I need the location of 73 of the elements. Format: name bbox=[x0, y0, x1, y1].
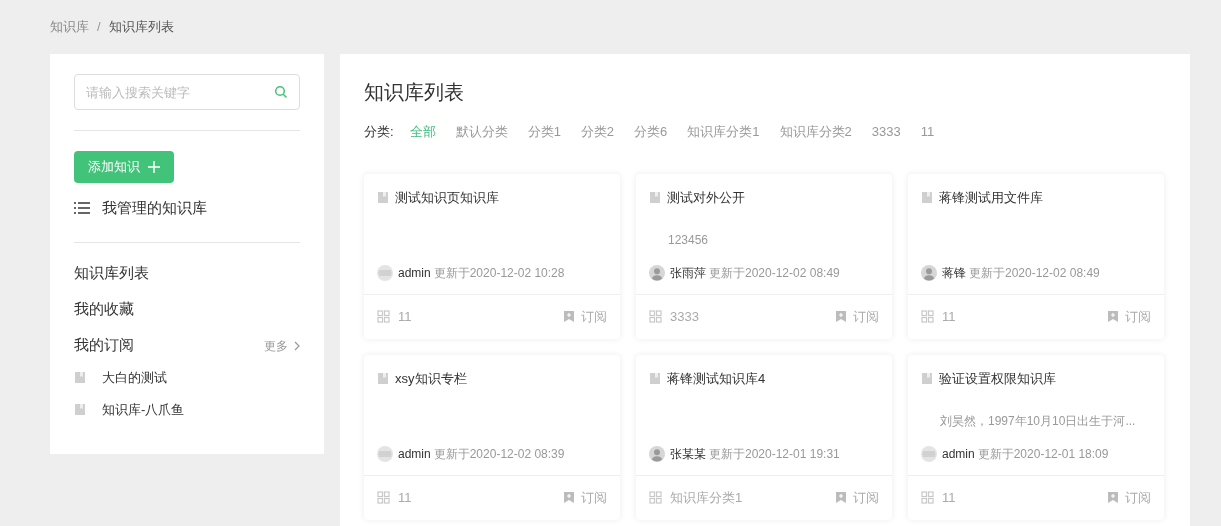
knowledge-card[interactable]: 验证设置权限知识库 刘昊然，1997年10月10日出生于河... admin 更新于2020-12-01 18:09 11 订阅 bbox=[908, 354, 1164, 520]
nav-item[interactable]: 知识库列表 bbox=[74, 262, 149, 285]
book-icon bbox=[649, 371, 661, 385]
avatar-icon bbox=[649, 264, 665, 281]
list-icon bbox=[74, 202, 90, 215]
book-icon bbox=[74, 403, 86, 416]
author-name: 张雨萍 bbox=[670, 264, 706, 282]
updated-time: 更新于2020-12-02 08:49 bbox=[709, 264, 840, 282]
knowledge-card[interactable]: xsy知识专栏 admin 更新于2020-12-02 08:39 11 订阅 bbox=[364, 354, 620, 520]
card-title[interactable]: 蒋锋测试用文件库 bbox=[939, 187, 1043, 207]
knowledge-card[interactable]: 测试知识页知识库 admin 更新于2020-12-02 10:28 11 订阅 bbox=[364, 173, 620, 339]
avatar-icon bbox=[649, 445, 665, 462]
nav-item[interactable]: 我的收藏 bbox=[74, 298, 134, 321]
grid-icon bbox=[377, 491, 390, 504]
book-icon bbox=[377, 190, 389, 204]
author-name: admin bbox=[398, 264, 431, 282]
breadcrumb-item: 知识库列表 bbox=[108, 18, 174, 37]
subscription-item[interactable]: 知识库-八爪鱼 bbox=[102, 399, 185, 420]
chevron-right-icon bbox=[294, 340, 300, 351]
bookmark-plus-icon bbox=[835, 491, 847, 504]
card-title[interactable]: 蒋锋测试知识库4 bbox=[667, 368, 766, 388]
author-name: admin bbox=[398, 445, 431, 463]
book-icon bbox=[74, 371, 86, 384]
grid-icon bbox=[921, 310, 934, 323]
card-category: 3333 bbox=[670, 307, 699, 326]
plus-icon bbox=[148, 161, 160, 173]
card-title[interactable]: xsy知识专栏 bbox=[395, 368, 467, 388]
search-icon[interactable] bbox=[274, 85, 288, 99]
updated-time: 更新于2020-12-01 19:31 bbox=[709, 445, 840, 463]
book-icon bbox=[921, 371, 933, 385]
bookmark-plus-icon bbox=[1107, 491, 1119, 504]
author-name: admin bbox=[942, 445, 975, 463]
card-title[interactable]: 验证设置权限知识库 bbox=[939, 368, 1056, 388]
updated-time: 更新于2020-12-02 08:49 bbox=[969, 264, 1100, 282]
card-title[interactable]: 测试知识页知识库 bbox=[395, 187, 499, 207]
book-icon bbox=[377, 371, 389, 385]
updated-time: 更新于2020-12-02 08:39 bbox=[433, 445, 565, 463]
card-category: 11 bbox=[398, 488, 412, 507]
card-title[interactable]: 测试对外公开 bbox=[667, 187, 745, 207]
search-field[interactable]: 请输入搜索关键字 bbox=[74, 74, 300, 110]
breadcrumb-separator: / bbox=[97, 18, 101, 37]
card-category: 11 bbox=[398, 307, 412, 326]
bookmark-plus-icon bbox=[835, 310, 847, 323]
avatar-icon bbox=[377, 445, 393, 462]
card-description: 123456 bbox=[668, 232, 709, 250]
card-category: 11 bbox=[942, 307, 956, 326]
subscription-item[interactable]: 大白的测试 bbox=[102, 367, 167, 388]
avatar-icon bbox=[921, 264, 937, 281]
page-title: 知识库列表 bbox=[364, 80, 465, 105]
grid-icon bbox=[377, 310, 390, 323]
knowledge-card[interactable]: 蒋锋测试知识库4 张某某 更新于2020-12-01 19:31 知识库分类1 订阅 bbox=[636, 354, 892, 520]
filter-label: 分类: bbox=[364, 123, 394, 141]
bookmark-plus-icon bbox=[1107, 310, 1119, 323]
grid-icon bbox=[649, 310, 662, 323]
nav-item[interactable]: 我的订阅 bbox=[74, 334, 134, 357]
bookmark-plus-icon bbox=[563, 310, 575, 323]
author-name: 张某某 bbox=[670, 445, 706, 463]
managed-knowledge-link[interactable]: 我管理的知识库 bbox=[102, 197, 207, 220]
card-description: 刘昊然，1997年10月10日出生于河... bbox=[940, 413, 1136, 431]
author-name: 蒋锋 bbox=[942, 264, 966, 282]
avatar-icon bbox=[921, 445, 937, 462]
updated-time: 更新于2020-12-02 10:28 bbox=[433, 264, 565, 282]
card-category: 知识库分类1 bbox=[670, 488, 743, 507]
book-icon bbox=[921, 190, 933, 204]
grid-icon bbox=[921, 491, 934, 504]
updated-time: 更新于2020-12-01 18:09 bbox=[977, 445, 1109, 463]
knowledge-card[interactable]: 测试对外公开 123456 张雨萍 更新于2020-12-02 08:49 3333 订阅 bbox=[636, 173, 892, 339]
grid-icon bbox=[649, 491, 662, 504]
knowledge-card[interactable]: 蒋锋测试用文件库 蒋锋 更新于2020-12-02 08:49 11 订阅 bbox=[908, 173, 1164, 339]
book-icon bbox=[649, 190, 661, 204]
card-category: 11 bbox=[942, 488, 956, 507]
avatar-icon bbox=[377, 264, 393, 281]
bookmark-plus-icon bbox=[563, 491, 575, 504]
